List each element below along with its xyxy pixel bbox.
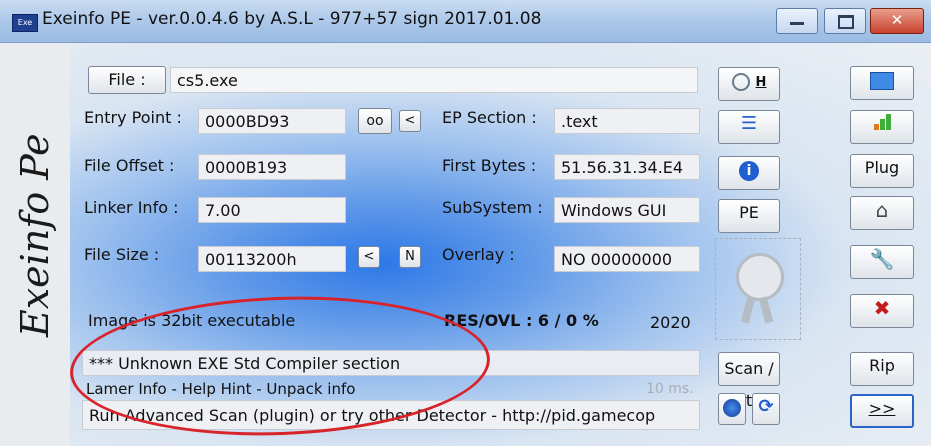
refresh-button[interactable]: ⟳ — [752, 393, 780, 425]
search-h-button[interactable]: H — [718, 67, 780, 101]
tree-button[interactable]: ☰ — [718, 110, 780, 144]
file-size-label: File Size : — [84, 245, 160, 264]
subsystem-field[interactable]: Windows GUI — [554, 197, 700, 223]
stats-button[interactable] — [850, 110, 914, 144]
open-folder-button[interactable] — [850, 66, 914, 100]
home-button[interactable]: ⌂ — [850, 196, 914, 230]
wrench-icon: 🔧 — [869, 247, 895, 271]
ep-section-field[interactable]: .text — [554, 108, 700, 134]
first-bytes-field[interactable]: 51.56.31.34.E4 — [554, 154, 700, 180]
linker-info-label: Linker Info : — [84, 198, 179, 217]
info-button[interactable]: i — [718, 156, 780, 190]
plug-button[interactable]: Plug — [850, 154, 914, 188]
app-icon: Exe — [12, 14, 38, 32]
tree-icon: ☰ — [740, 113, 758, 134]
minimize-button[interactable] — [776, 8, 818, 34]
exit-button[interactable]: ✖ — [850, 294, 914, 328]
entry-point-label: Entry Point : — [84, 108, 182, 127]
overlay-label: Overlay : — [442, 245, 515, 264]
subsystem-label: SubSystem : — [442, 198, 543, 217]
sidebar-logo-text: Exeinfo Pe — [13, 133, 57, 337]
file-offset-field[interactable]: 0000B193 — [198, 154, 346, 180]
magnifier-icon — [731, 72, 750, 91]
overlay-field[interactable]: NO 00000000 — [554, 246, 700, 272]
file-size-field[interactable]: 00113200h — [198, 246, 346, 272]
info-icon: i — [739, 160, 759, 181]
close-button[interactable]: ✕ — [870, 8, 924, 34]
scan-button[interactable]: Scan / t — [718, 352, 780, 410]
first-bytes-label: First Bytes : — [442, 156, 537, 175]
seal-icon — [715, 238, 801, 340]
tools-button[interactable]: 🔧 — [850, 245, 914, 279]
rip-button[interactable]: Rip — [850, 352, 914, 386]
file-offset-label: File Offset : — [84, 156, 175, 175]
file-size-less-button[interactable]: < — [358, 246, 380, 268]
home-icon: ⌂ — [875, 198, 889, 222]
file-name-field[interactable]: cs5.exe — [170, 67, 698, 93]
bar-chart-icon — [873, 112, 891, 138]
globe-button[interactable] — [718, 393, 746, 425]
next-button[interactable]: >> — [850, 394, 914, 428]
refresh-icon: ⟳ — [758, 396, 774, 417]
maximize-icon — [838, 15, 854, 29]
linker-info-field[interactable]: 7.00 — [198, 197, 346, 223]
pe-button[interactable]: PE — [718, 199, 780, 233]
time-text: 10 ms. — [646, 381, 694, 397]
year-text: 2020 — [650, 313, 691, 332]
file-button[interactable]: File : — [88, 66, 166, 94]
maximize-button[interactable] — [824, 8, 866, 34]
globe-icon — [723, 398, 741, 417]
entry-point-field[interactable]: 0000BD93 — [198, 108, 346, 134]
close-x-icon: ✖ — [873, 296, 891, 320]
res-ovl-text: RES/OVL : 6 / 0 % — [444, 311, 599, 330]
entry-point-less-button[interactable]: < — [399, 110, 421, 132]
n-button[interactable]: N — [399, 246, 421, 268]
oo-button[interactable]: oo — [358, 108, 392, 134]
ep-section-label: EP Section : — [442, 108, 537, 127]
close-icon: ✕ — [890, 11, 904, 29]
minimize-icon — [790, 22, 804, 25]
window-title: Exeinfo PE - ver.0.0.4.6 by A.S.L - 977+… — [42, 9, 542, 29]
folder-icon — [870, 71, 894, 90]
